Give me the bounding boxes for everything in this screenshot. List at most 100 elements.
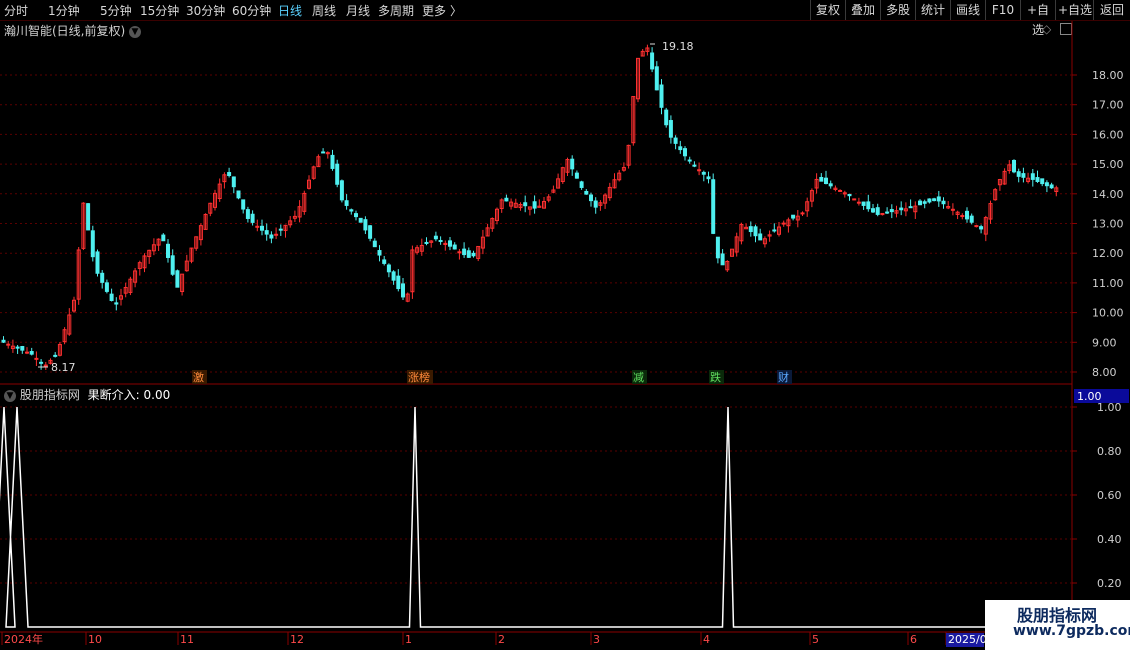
candle-body [650,52,655,70]
candle-body [438,239,443,242]
candle-body [424,241,429,244]
time-label: 3 [593,633,600,646]
time-label: 5 [812,633,819,646]
candle-body [236,190,241,199]
candle-body [687,159,692,162]
event-tag[interactable]: 跌 [710,370,721,384]
candle-body [706,176,711,180]
candle-body [1012,159,1016,173]
candle-body [885,211,890,214]
candle-body [109,293,114,301]
candle-body [166,243,170,258]
candle-body [979,226,984,230]
price-tick-label: 16.00 [1092,128,1124,141]
candle-body [1044,182,1049,187]
candle-body [781,222,786,225]
event-tag[interactable]: 减 [633,371,644,384]
candle-body [847,193,852,197]
candle-body [368,225,373,239]
indicator-line [0,406,1072,628]
price-tick-label: 18.00 [1092,69,1124,82]
candle-body [668,120,673,138]
candle-body [654,66,659,91]
candle-body [927,198,932,203]
low-label: 8.17 [51,361,76,374]
candle-body [462,248,467,256]
candle-body [753,226,758,237]
candle-body [861,201,866,206]
candle-body [39,361,44,364]
candle-body [711,179,716,234]
candle-body [828,183,833,187]
candle-body [6,343,11,346]
candle-body [965,210,969,220]
candle-body [457,251,462,254]
candle-body [960,215,965,218]
candle-body [231,176,236,188]
candle-body [523,202,528,207]
candle-body [974,225,979,228]
candle-body [274,233,279,236]
candle-body [90,230,95,258]
candle-body [43,364,48,367]
candle-body [104,282,109,292]
candle-body [20,346,25,351]
time-label: 11 [180,633,194,646]
event-tag[interactable]: 财 [778,370,789,384]
price-tick-label: 14.00 [1092,188,1124,201]
candle-body [114,302,119,305]
time-axis: 2024年 10 11 12 1 2 3 4 5 6 2025/0 [1,632,987,647]
indicator-grid [0,406,1072,584]
indicator-tick-label: 0.20 [1097,577,1122,590]
candle-body [241,199,246,210]
candle-body [269,234,274,239]
candle-body [452,244,457,250]
candle-body [791,214,796,219]
candle-body [720,253,725,266]
candle-body [692,164,697,167]
event-tag[interactable]: 涨榜 [408,370,430,384]
candle-body [1049,184,1054,189]
candle-body [574,172,579,179]
candle-body [579,181,584,188]
candle-body [86,203,91,231]
price-tick-label: 8.00 [1092,366,1117,379]
time-label: 10 [88,633,102,646]
indicator-current-value: 1.00 [1077,390,1102,403]
candle-body [932,198,937,202]
candle-body [673,137,678,144]
candle-body [1030,173,1035,180]
indicator-tick-label: 0.80 [1097,445,1122,458]
candle-body [664,109,669,126]
time-label: 2 [498,633,505,646]
candle-body [433,235,438,240]
candle-body [589,194,593,202]
candle-body [1021,173,1026,178]
candle-body [15,346,20,349]
candle-body [344,200,349,206]
candle-body [175,270,180,288]
candle-body [532,201,537,209]
high-label: 19.18 [662,40,694,53]
candle-body [53,354,58,357]
candle-body [330,154,335,169]
candle-body [715,236,720,259]
candle-body [386,264,391,273]
candle-body [701,171,706,175]
kline-chart: 18.0017.0016.0015.0014.0013.0012.0011.00… [0,21,1130,647]
candle-body [95,251,100,274]
candle-body [466,250,471,258]
candle-body [570,158,575,170]
candle-body [25,351,29,354]
candle-body [29,351,34,355]
candle-body [875,207,880,215]
event-tag[interactable]: 激 [193,370,204,384]
candle-body [899,207,904,211]
price-grid [0,74,1072,373]
price-tick-label: 17.00 [1092,99,1124,112]
candle-body [659,84,664,108]
indicator-tick-label: 0.40 [1097,533,1122,546]
candle-body [969,215,974,223]
candle-body [377,250,382,256]
candle-body [100,272,105,283]
